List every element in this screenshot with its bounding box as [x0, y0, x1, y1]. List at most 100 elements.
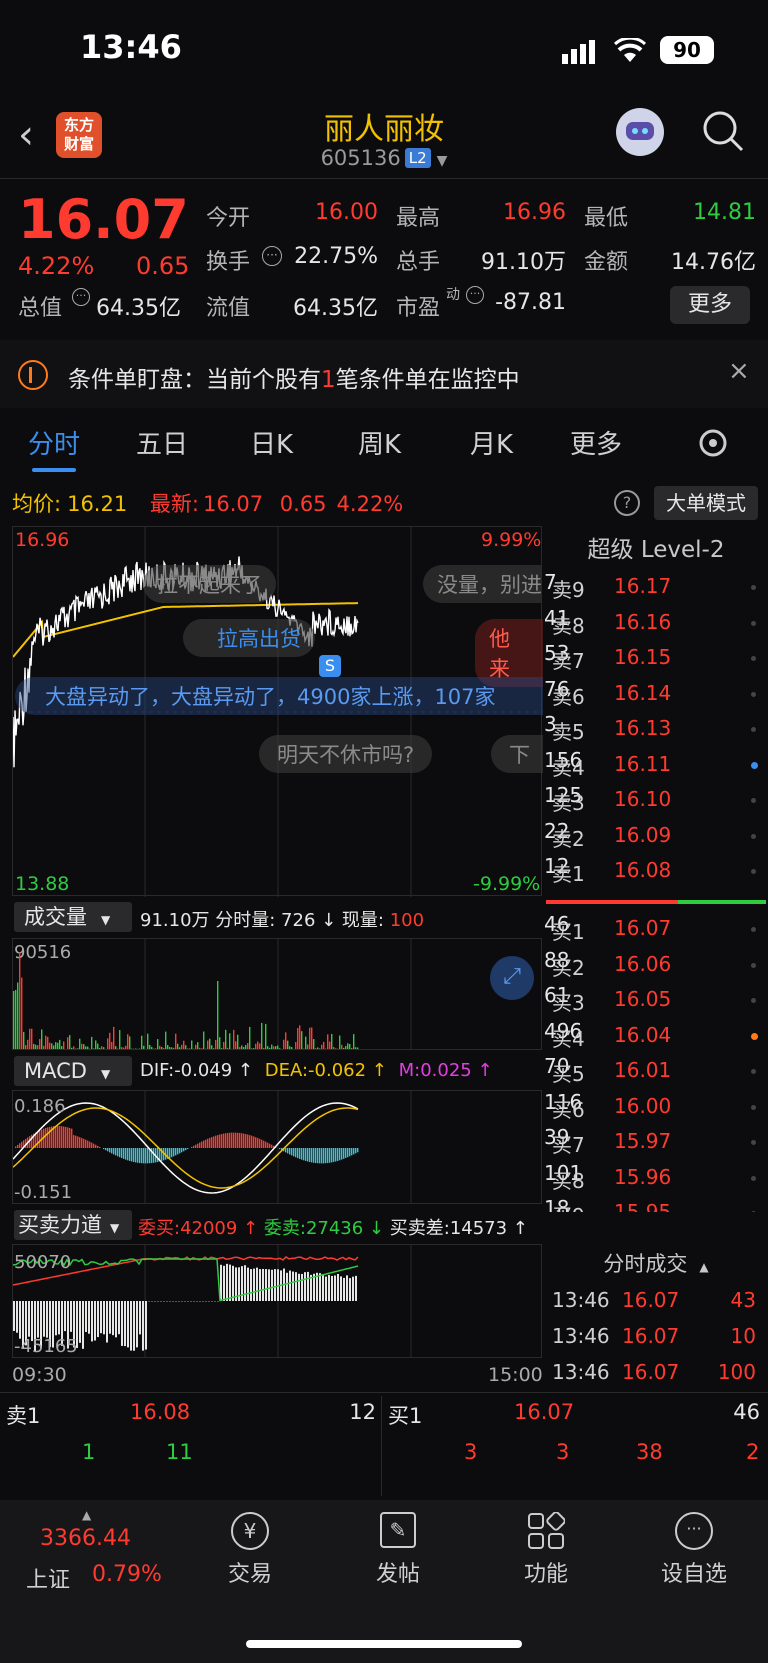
macd-top-label: 0.186 — [14, 1096, 66, 1117]
macd-bar — [203, 1140, 205, 1148]
volume-bar — [275, 1046, 277, 1049]
macd-bar — [79, 1137, 81, 1148]
volume-bar — [87, 1046, 89, 1049]
volume-bar — [105, 1048, 107, 1049]
sell-marker[interactable]: S — [319, 655, 341, 677]
bid-row[interactable]: 买3 16.05 61 — [544, 983, 768, 1019]
intraday-chart[interactable]: 16.96 13.88 9.99% -9.99% 拉不起来了 没量，别进 拉高出… — [12, 526, 543, 897]
ask-row[interactable]: 卖9 16.17 7 — [544, 570, 768, 606]
volume-bar — [281, 1048, 283, 1049]
ask-row[interactable]: 卖3 16.10 125 — [544, 783, 768, 819]
macd-bar — [185, 1148, 187, 1151]
volume-bar — [95, 1040, 97, 1049]
more-button[interactable]: 更多 — [670, 286, 750, 324]
force-bar — [214, 1301, 216, 1302]
order-book[interactable]: 超级 Level-2 卖9 16.17 7 卖8 16.16 41 卖7 16.15 53 卖6 1… — [544, 526, 768, 1246]
dropdown-icon: ▼ — [101, 913, 111, 927]
ask-row[interactable]: 卖7 16.15 53 — [544, 641, 768, 677]
large-order-mode-button[interactable]: 大单模式 — [654, 486, 758, 520]
tab-intraday[interactable]: 分时 — [28, 424, 80, 461]
nav-watchlist[interactable]: ··· 设自选 — [644, 1512, 744, 1588]
macd-bar — [333, 1148, 335, 1162]
ask-row[interactable]: 卖8 16.16 41 — [544, 606, 768, 642]
close-icon[interactable]: × — [728, 356, 750, 386]
volume-indicator-select[interactable]: 成交量 ▼ — [14, 902, 132, 932]
condition-alert-bar[interactable]: 条件单盯盘：当前个股有1笔条件单在监控中 × — [0, 340, 768, 408]
ask-row[interactable]: 卖2 16.09 22 — [544, 819, 768, 855]
force-bar — [163, 1301, 165, 1302]
tab-5day[interactable]: 五日 — [136, 424, 188, 461]
bid-row[interactable]: 买8 15.96 101 — [544, 1161, 768, 1197]
bid-row[interactable]: 买6 16.00 116 — [544, 1090, 768, 1126]
tab-day-k[interactable]: 日K — [250, 424, 293, 461]
force-bar — [70, 1301, 72, 1332]
force-bar — [121, 1301, 123, 1346]
level1-sell-label: 卖1 — [6, 1404, 41, 1428]
volume-bar — [125, 1045, 127, 1049]
bottom-nav: ▲ 3366.44 上证 0.79% ¥ 交易 ✎ 发帖 功能 ··· 设自选 — [0, 1500, 768, 1663]
macd-indicator-select[interactable]: MACD ▼ — [14, 1056, 132, 1086]
volume-bar — [235, 1041, 237, 1049]
force-bar — [205, 1301, 207, 1302]
bid-row[interactable]: 买5 16.01 70 — [544, 1054, 768, 1090]
volume-bar — [91, 1036, 93, 1049]
macd-bar — [85, 1139, 87, 1148]
info-icon[interactable]: ··· — [466, 286, 484, 304]
level-dot — [751, 962, 756, 968]
search-icon[interactable] — [700, 108, 746, 158]
force-bar — [139, 1301, 141, 1335]
volume-bar — [109, 1032, 111, 1049]
bid-row[interactable]: 买1 16.07 46 — [544, 912, 768, 948]
force-bar — [274, 1269, 276, 1301]
index-ticker[interactable]: ▲ 3366.44 上证 0.79% — [20, 1504, 170, 1604]
macd-bar — [289, 1148, 291, 1155]
bid-row[interactable]: 买2 16.06 88 — [544, 948, 768, 984]
macd-bar — [123, 1148, 125, 1159]
volume-bar — [327, 1034, 329, 1049]
low-label: 最低 — [584, 206, 629, 231]
level-label: 卖5 — [552, 720, 585, 744]
macd-bar — [197, 1143, 199, 1148]
volume-bar — [135, 1048, 137, 1049]
force-bar — [175, 1301, 177, 1302]
danmaku-bubble: 没量，别进 — [423, 565, 541, 603]
nav-trade[interactable]: ¥ 交易 — [200, 1512, 300, 1588]
force-bar — [307, 1271, 309, 1301]
nav-post[interactable]: ✎ 发帖 — [348, 1512, 448, 1588]
settings-icon[interactable] — [696, 426, 730, 464]
tab-month-k[interactable]: 月K — [470, 424, 513, 461]
macd-bar — [115, 1148, 117, 1156]
macd-bar — [331, 1148, 333, 1163]
macd-bar — [93, 1143, 95, 1148]
volume-indicator-label: 成交量 — [24, 905, 87, 929]
force-indicator-select[interactable]: 买卖力道 ▼ — [14, 1210, 132, 1240]
ask-row[interactable]: 卖6 16.14 76 — [544, 677, 768, 713]
volume-bar — [123, 1047, 125, 1049]
robot-assistant-icon[interactable] — [616, 108, 664, 156]
force-bar — [145, 1301, 147, 1350]
level1-buy: 买1 16.07 46 3 3 38 2 — [384, 1396, 768, 1496]
bid-row[interactable]: 买4 16.04 496 — [544, 1019, 768, 1055]
tab-more[interactable]: 更多 — [570, 424, 622, 461]
volume-bar — [329, 1041, 331, 1049]
expand-icon[interactable]: ⤢ — [490, 956, 534, 1000]
level-dot — [751, 927, 756, 932]
tick-panel[interactable]: 分时成交 ▲ 13:46 16.07 43 13:46 16.07 10 13:46 16.07… — [544, 1240, 768, 1390]
macd-bar — [317, 1148, 319, 1164]
macd-bar — [109, 1148, 111, 1153]
macd-bar — [221, 1133, 223, 1148]
ask-row[interactable]: 卖1 16.08 12 — [544, 854, 768, 890]
bid-row[interactable]: 买915.9518 — [544, 1196, 768, 1212]
bid-row[interactable]: 买7 15.97 39 — [544, 1125, 768, 1161]
ask-row[interactable]: 卖4 16.11 156 — [544, 748, 768, 784]
macd-bar — [233, 1132, 235, 1148]
help-icon[interactable]: ? — [614, 490, 640, 516]
ask-row[interactable]: 卖5 16.13 3 — [544, 712, 768, 748]
info-icon[interactable]: ··· — [72, 288, 90, 306]
tab-week-k[interactable]: 周K — [358, 424, 401, 461]
force-bottom-label: -45165 — [14, 1336, 78, 1357]
info-icon[interactable]: ··· — [262, 246, 282, 266]
volume-bar — [65, 1048, 67, 1049]
nav-functions[interactable]: 功能 — [496, 1511, 596, 1588]
level-price: 16.14 — [614, 680, 672, 705]
